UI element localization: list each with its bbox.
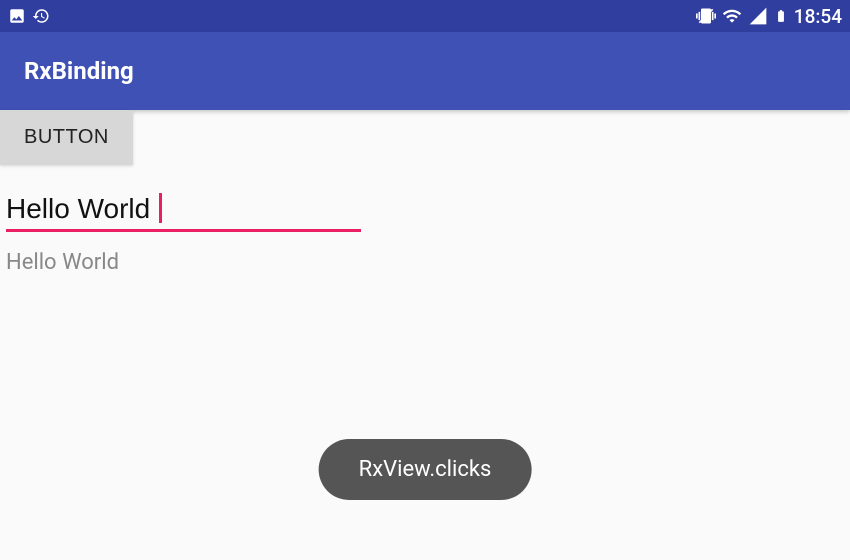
status-right-icons: 18:54 — [696, 5, 842, 28]
content-area: BUTTON Hello World — [0, 110, 850, 275]
signal-icon — [748, 6, 768, 26]
app-title: RxBinding — [24, 57, 134, 85]
text-input[interactable] — [6, 189, 361, 232]
recent-icon — [32, 7, 50, 25]
vibrate-icon — [696, 6, 716, 26]
status-left-icons — [8, 7, 50, 25]
main-button[interactable]: BUTTON — [0, 110, 133, 165]
battery-icon — [774, 6, 788, 26]
text-cursor — [159, 193, 162, 223]
wifi-icon — [722, 6, 742, 26]
status-time: 18:54 — [794, 5, 842, 28]
app-bar: RxBinding — [0, 32, 850, 110]
output-label: Hello World — [6, 250, 850, 275]
image-icon — [8, 7, 26, 25]
toast-message: RxView.clicks — [319, 439, 532, 500]
status-bar: 18:54 — [0, 0, 850, 32]
text-field-container — [6, 189, 361, 232]
